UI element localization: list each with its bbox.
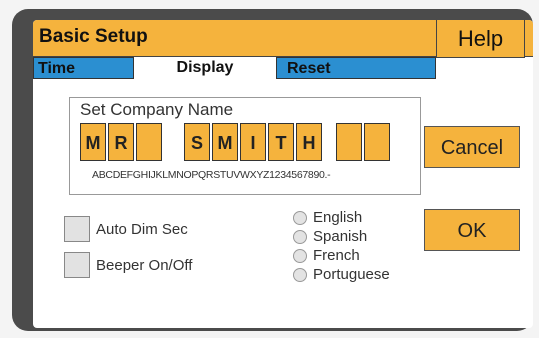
char-cell-8[interactable]: H xyxy=(296,123,322,161)
character-set-selector[interactable]: ABCDEFGHIJKLMNOPQRSTUVWXYZ1234567890.- xyxy=(92,169,331,181)
auto-dim-checkbox[interactable] xyxy=(64,216,90,242)
char-cell-3[interactable] xyxy=(136,123,162,161)
help-button[interactable]: Help xyxy=(436,20,525,58)
tab-time[interactable]: Time xyxy=(33,57,134,79)
tab-reset[interactable]: Reset xyxy=(276,57,436,79)
char-cell-4[interactable]: S xyxy=(184,123,210,161)
char-cell-1[interactable]: M xyxy=(80,123,106,161)
radio-portuguese[interactable] xyxy=(293,268,307,282)
company-name-panel: Set Company Name M R S M I T H ABCDEFGHI… xyxy=(69,97,421,195)
page-title: Basic Setup xyxy=(39,26,148,47)
auto-dim-label: Auto Dim Sec xyxy=(96,221,188,238)
language-label-english: English xyxy=(313,209,363,226)
tab-display[interactable]: Display xyxy=(134,57,276,79)
beeper-checkbox[interactable] xyxy=(64,252,90,278)
language-label-french: French xyxy=(313,247,360,264)
company-name-chars: M R S M I T H xyxy=(80,123,410,163)
language-label-portuguese: Portuguese xyxy=(313,266,390,283)
char-cell-2[interactable]: R xyxy=(108,123,134,161)
char-cell-6[interactable]: I xyxy=(240,123,266,161)
char-cell-9[interactable] xyxy=(336,123,362,161)
char-cell-7[interactable]: T xyxy=(268,123,294,161)
language-radio-group: English Spanish French Portuguese xyxy=(293,208,413,288)
tab-bar: Time Display Reset xyxy=(33,57,533,79)
language-label-spanish: Spanish xyxy=(313,228,368,245)
char-cell-10[interactable] xyxy=(364,123,390,161)
radio-spanish[interactable] xyxy=(293,230,307,244)
company-name-label: Set Company Name xyxy=(80,100,234,119)
radio-french[interactable] xyxy=(293,249,307,263)
beeper-label: Beeper On/Off xyxy=(96,257,193,274)
char-cell-5[interactable]: M xyxy=(212,123,238,161)
ok-button[interactable]: OK xyxy=(424,209,520,251)
cancel-button[interactable]: Cancel xyxy=(424,126,520,168)
radio-english[interactable] xyxy=(293,211,307,225)
setup-screen: Basic Setup Help Time Display Reset Set … xyxy=(33,20,533,328)
